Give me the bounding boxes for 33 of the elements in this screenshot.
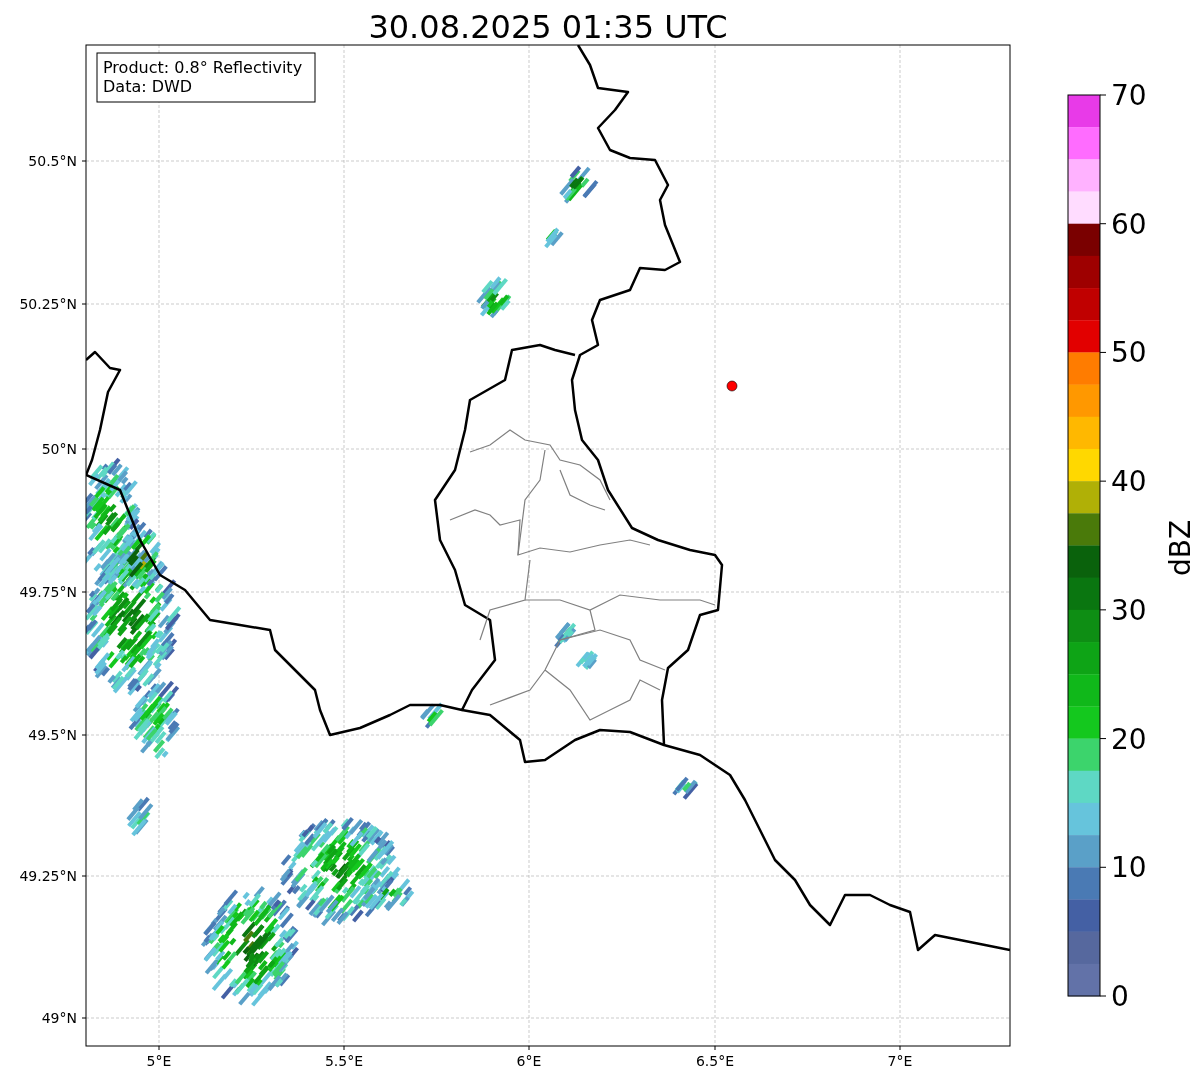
axis-tick-label: 50.25°N (19, 296, 77, 312)
colorbar-tick-label: 70 (1111, 79, 1147, 112)
colorbar-tick-label: 40 (1111, 465, 1147, 499)
axis-tick-label: 6°E (516, 1053, 542, 1069)
axis-tick-label: 6.5°E (695, 1053, 735, 1069)
precipitation-echo (420, 702, 444, 729)
colorbar-tick-label: 60 (1111, 207, 1147, 241)
axis-tick-label: 49°N (41, 1010, 77, 1026)
axis-tick-label: 49.25°N (19, 868, 77, 884)
precipitation-echo (476, 276, 512, 319)
chart-title: 30.08.2025 01:35 UTC (368, 8, 728, 46)
axis-tick-label: 50°N (41, 441, 77, 457)
colorbar-tick-label: 20 (1111, 722, 1147, 756)
location-marker (726, 380, 738, 392)
info-text: Product: 0.8° Reflectivity (103, 58, 303, 77)
colorbar-label: dBZ (1164, 519, 1197, 577)
axis-tick-label: 5.5°E (324, 1053, 364, 1069)
axis-tick-label: 49.5°N (28, 727, 77, 743)
precipitation-echo (559, 165, 599, 204)
precipitation-echo (544, 227, 564, 249)
axis-tick-label: 50.5°N (28, 153, 77, 169)
precipitation-echo (575, 650, 598, 670)
precipitation-echo (672, 776, 699, 800)
axis-tick-label: 49.75°N (19, 584, 77, 600)
colorbar-tick-label: 0 (1111, 980, 1129, 1013)
precipitation-echo (126, 796, 154, 837)
colorbar-tick-label: 50 (1111, 336, 1147, 370)
axis-tick-label: 5°E (146, 1053, 172, 1069)
precipitation-echo (554, 622, 577, 648)
axis-tick-label: 7°E (887, 1053, 913, 1069)
info-text: Data: DWD (103, 77, 193, 96)
colorbar-tick-label: 30 (1111, 593, 1147, 627)
colorbar-tick-label: 10 (1111, 851, 1147, 885)
